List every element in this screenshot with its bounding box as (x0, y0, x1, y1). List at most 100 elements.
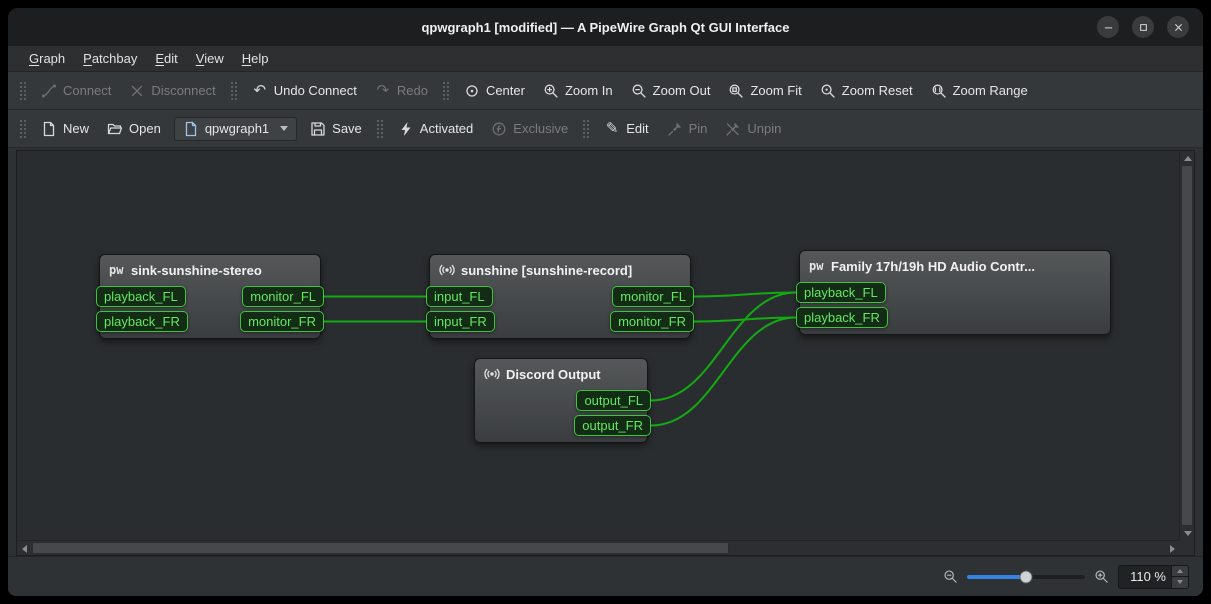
menu-patchbay[interactable]: Patchbay (74, 46, 146, 71)
toolbar-button-label: Zoom In (565, 83, 613, 98)
toolbar-button-label: Disconnect (151, 83, 215, 98)
port-playback-fr[interactable]: playback_FR (96, 311, 188, 332)
node-title: sink-sunshine-stereo (131, 263, 262, 278)
zoom-out-icon (631, 83, 647, 99)
port-input-fl[interactable]: input_FL (426, 286, 493, 307)
zoom-in-icon[interactable] (1094, 569, 1109, 584)
zoom-controls: 110 % (943, 565, 1203, 589)
patchbay-file-icon (183, 121, 199, 137)
node-port-row: output_FL (481, 390, 641, 411)
port-playback-fr[interactable]: playback_FR (796, 307, 888, 328)
port-slot-right: monitor_FR (240, 311, 324, 332)
toolbar-button-label: Center (486, 83, 525, 98)
maximize-icon (1137, 21, 1150, 34)
toolbar-button-edit[interactable]: ✎Edit (595, 116, 657, 142)
toolbar-handle[interactable] (19, 81, 27, 101)
toolbar-button-center[interactable]: Center (455, 78, 534, 104)
node-port-row: playback_FLmonitor_FL (106, 286, 314, 307)
toolbar-button-zoom-in[interactable]: Zoom In (534, 78, 622, 104)
activated-icon (398, 121, 414, 137)
graph-node-sunshine[interactable]: sunshine [sunshine-record]input_FLmonito… (429, 254, 691, 339)
horizontal-scrollbar-thumb[interactable] (32, 542, 729, 554)
nodes-layer: pwsink-sunshine-stereoplayback_FLmonitor… (17, 151, 1179, 540)
toolbar-patchbay: NewOpenqpwgraph1Save ActivatedExclusive ✎E… (8, 110, 1203, 148)
menu-view[interactable]: View (187, 46, 233, 71)
toolbar-button-zoom-range[interactable]: Zoom Range (922, 78, 1037, 104)
toolbar-button-redo[interactable]: ↷Redo (366, 78, 437, 104)
toolbar-handle[interactable] (442, 81, 450, 101)
toolbar-button-zoom-fit[interactable]: Zoom Fit (719, 78, 810, 104)
node-header: sunshine [sunshine-record] (436, 258, 684, 282)
vertical-scrollbar-thumb[interactable] (1181, 165, 1193, 526)
zoom-value[interactable]: 110 % (1119, 566, 1171, 588)
disconnect-icon (129, 83, 145, 99)
graph-canvas[interactable]: pwsink-sunshine-stereoplayback_FLmonitor… (17, 151, 1179, 540)
scroll-right-icon[interactable] (1165, 541, 1179, 556)
new-file-icon (41, 121, 57, 137)
toolbar-button-label: Redo (397, 83, 428, 98)
toolbar-button-zoom-out[interactable]: Zoom Out (622, 78, 720, 104)
toolbar-handle[interactable] (230, 81, 238, 101)
toolbar-button-open[interactable]: Open (98, 116, 170, 142)
toolbar-button-unpin[interactable]: Unpin (716, 116, 790, 142)
port-monitor-fl[interactable]: monitor_FL (612, 286, 694, 307)
save-icon (310, 121, 326, 137)
zoom-out-icon[interactable] (943, 569, 958, 584)
port-monitor-fr[interactable]: monitor_FR (610, 311, 694, 332)
zoom-spinbox[interactable]: 110 % (1118, 565, 1189, 589)
port-input-fr[interactable]: input_FR (426, 311, 495, 332)
toolbar-button-zoom-reset[interactable]: Zoom Reset (811, 78, 922, 104)
toolbar-button-undo-connect[interactable]: ↶Undo Connect (243, 78, 366, 104)
graph-node-family[interactable]: pwFamily 17h/19h HD Audio Contr...playba… (799, 250, 1111, 335)
toolbar-button-exclusive[interactable]: Exclusive (482, 116, 577, 142)
scroll-up-icon[interactable] (1180, 151, 1195, 165)
menu-edit[interactable]: Edit (146, 46, 186, 71)
minimize-icon (1102, 21, 1115, 34)
center-icon (464, 83, 480, 99)
port-slot-right: output_FR (574, 415, 651, 436)
zoom-spin-up-icon[interactable] (1172, 566, 1188, 577)
toolbar-handle[interactable] (19, 119, 27, 139)
horizontal-scrollbar[interactable] (17, 540, 1179, 555)
graph-node-sink[interactable]: pwsink-sunshine-stereoplayback_FLmonitor… (99, 254, 321, 339)
toolbar-button-activated[interactable]: Activated (389, 116, 482, 142)
menu-help[interactable]: Help (233, 46, 278, 71)
port-monitor-fr[interactable]: monitor_FR (240, 311, 324, 332)
toolbar-button-connect[interactable]: Connect (32, 78, 120, 104)
node-port-row: input_FLmonitor_FL (436, 286, 684, 307)
connect-icon (41, 83, 57, 99)
zoom-slider-handle[interactable] (1020, 570, 1033, 583)
close-icon (1172, 21, 1185, 34)
zoom-slider[interactable] (967, 569, 1085, 584)
unpin-icon (725, 121, 741, 137)
toolbar-button-pin[interactable]: Pin (658, 116, 717, 142)
toolbar-button-label: Zoom Reset (842, 83, 913, 98)
port-playback-fl[interactable]: playback_FL (96, 286, 186, 307)
toolbar-handle[interactable] (376, 119, 384, 139)
toolbar-button-save[interactable]: Save (301, 116, 371, 142)
port-monitor-fl[interactable]: monitor_FL (242, 286, 324, 307)
minimize-button[interactable] (1097, 16, 1119, 38)
menu-graph[interactable]: Graph (20, 46, 74, 71)
graph-node-discord[interactable]: Discord Outputoutput_FLoutput_FR (474, 358, 648, 443)
patchbay-combo[interactable]: qpwgraph1 (174, 117, 297, 141)
zoom-spin-down-icon[interactable] (1172, 576, 1188, 588)
scroll-down-icon[interactable] (1180, 526, 1195, 540)
toolbar-button-label: Unpin (747, 121, 781, 136)
close-button[interactable] (1167, 16, 1189, 38)
port-slot-left: input_FL (426, 286, 493, 307)
port-slot-left: playback_FR (96, 311, 188, 332)
port-output-fr[interactable]: output_FR (574, 415, 651, 436)
port-playback-fl[interactable]: playback_FL (796, 282, 886, 303)
scrollbar-corner (1179, 540, 1194, 555)
toolbar-button-new[interactable]: New (32, 116, 98, 142)
zoom-slider-fill (967, 575, 1026, 579)
maximize-button[interactable] (1132, 16, 1154, 38)
toolbar-handle[interactable] (582, 119, 590, 139)
node-header: pwsink-sunshine-stereo (106, 258, 314, 282)
open-folder-icon (107, 121, 123, 137)
scroll-left-icon[interactable] (17, 541, 31, 556)
vertical-scrollbar[interactable] (1179, 151, 1194, 540)
port-output-fl[interactable]: output_FL (576, 390, 651, 411)
toolbar-button-disconnect[interactable]: Disconnect (120, 78, 224, 104)
